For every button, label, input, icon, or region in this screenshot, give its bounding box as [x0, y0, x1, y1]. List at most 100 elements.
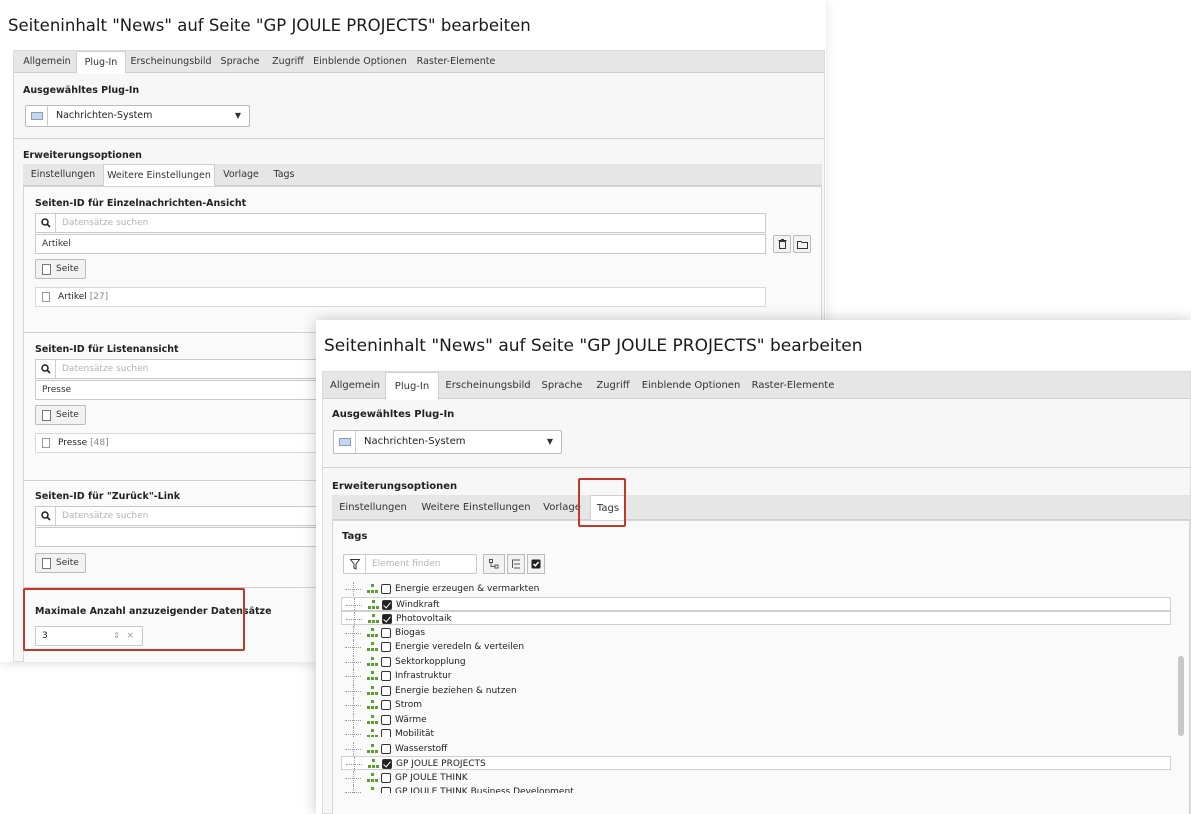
check-all-icon[interactable]	[527, 554, 545, 574]
plugin-select[interactable]: Nachrichten-System ▼	[25, 105, 250, 127]
subtab-vorlage[interactable]: Vorlage	[217, 164, 265, 186]
checkbox[interactable]	[381, 671, 391, 681]
trash-icon[interactable]	[773, 235, 791, 253]
tree-node-icon	[367, 700, 378, 710]
list-view-page-button[interactable]: Seite	[35, 405, 86, 425]
tab-zugriff[interactable]: Zugriff	[591, 372, 635, 399]
tags-panel: Tags Element finden Energie erzeugen & v…	[332, 520, 1190, 814]
checkbox[interactable]	[382, 600, 392, 610]
tree-item[interactable]: Infrastruktur	[341, 669, 1171, 683]
tree-item[interactable]: GP JOULE THINK	[341, 771, 1171, 785]
list-icon[interactable]	[507, 554, 525, 574]
page-title: Seiteninhalt "News" auf Seite "GP JOULE …	[8, 16, 531, 35]
tab-sprache[interactable]: Sprache	[537, 372, 587, 399]
subtab-weitere-einstellungen[interactable]: Weitere Einstellungen	[103, 164, 215, 187]
checkbox[interactable]	[382, 614, 392, 624]
page-icon	[42, 292, 50, 302]
tab-allgemein[interactable]: Allgemein	[20, 51, 74, 73]
tab-raster-elemente[interactable]: Raster-Elemente	[412, 51, 500, 73]
main-tabbar: Allgemein Plug-In Erscheinungsbild Sprac…	[14, 51, 824, 74]
checkbox[interactable]	[381, 584, 391, 594]
list-view-title: Seiten-ID für Listenansicht	[35, 344, 179, 355]
tree-item[interactable]: Wärme	[341, 713, 1171, 727]
tree-node-icon	[368, 614, 379, 624]
page-icon	[42, 264, 51, 275]
tab-erscheinungsbild[interactable]: Erscheinungsbild	[443, 372, 533, 399]
tab-plug-in[interactable]: Plug-In	[385, 372, 439, 400]
checkbox[interactable]	[381, 773, 391, 783]
back-link-page-button[interactable]: Seite	[35, 553, 86, 573]
record-name: Artikel	[58, 292, 87, 302]
subtab-weitere-einstellungen[interactable]: Weitere Einstellungen	[418, 495, 534, 520]
tree-item[interactable]: Energie erzeugen & vermarkten	[341, 582, 1171, 596]
plugin-icon	[334, 431, 356, 453]
tree-item[interactable]: Energie veredeln & verteilen	[341, 640, 1171, 654]
divider	[323, 467, 1190, 468]
scrollbar[interactable]	[1178, 656, 1184, 736]
search-placeholder: Datensätze suchen	[62, 364, 149, 374]
tab-erscheinungsbild[interactable]: Erscheinungsbild	[128, 51, 214, 73]
tags-tree-continued: Wasserstoff GP JOULE PROJECTS GP JOULE T…	[341, 742, 1171, 814]
tab-zugriff[interactable]: Zugriff	[266, 51, 310, 73]
tree-node-icon	[368, 600, 379, 610]
tree-node-icon	[367, 787, 378, 793]
checkbox[interactable]	[381, 686, 391, 696]
tree-item[interactable]: GP JOULE PROJECTS	[341, 756, 1171, 771]
tree-node-icon	[367, 773, 378, 783]
filter-icon	[344, 555, 366, 573]
tab-einblende-optionen[interactable]: Einblende Optionen	[312, 51, 408, 73]
tree-node-icon	[367, 642, 378, 652]
tab-plug-in[interactable]: Plug-In	[76, 51, 126, 74]
tab-sprache[interactable]: Sprache	[216, 51, 264, 73]
tree-item[interactable]: Windkraft	[341, 597, 1171, 612]
tree-item-label: Windkraft	[396, 600, 440, 610]
tree-item-label: Biogas	[395, 628, 426, 638]
record-name: Presse	[58, 438, 88, 448]
tree-filter-input[interactable]: Element finden	[343, 554, 477, 574]
record-id: [48]	[90, 438, 109, 448]
single-view-record[interactable]: Artikel [27]	[35, 287, 766, 307]
subtab-einstellungen[interactable]: Einstellungen	[334, 495, 412, 520]
tree-item[interactable]: Energie beziehen & nutzen	[341, 684, 1171, 698]
tree-item[interactable]: Wasserstoff	[341, 742, 1171, 756]
tree-item[interactable]: GP JOULE THINK Business Development	[341, 785, 1171, 793]
tree-item-label: Infrastruktur	[395, 671, 452, 681]
checkbox[interactable]	[381, 642, 391, 652]
plugin-select[interactable]: Nachrichten-System ▼	[333, 430, 562, 454]
back-link-title: Seiten-ID für "Zurück"-Link	[35, 491, 181, 502]
search-icon	[36, 214, 56, 232]
single-view-search-input[interactable]: Datensätze suchen	[35, 213, 766, 233]
search-icon	[36, 507, 56, 525]
single-view-page-button[interactable]: Seite	[35, 259, 86, 279]
checkbox[interactable]	[381, 729, 391, 737]
tree-item-label: Wärme	[395, 715, 427, 725]
chevron-down-icon: ▼	[234, 111, 241, 120]
single-view-selected-field[interactable]: Artikel	[35, 234, 766, 254]
expand-tree-icon[interactable]	[483, 554, 505, 574]
checkbox[interactable]	[381, 787, 391, 793]
tree-item[interactable]: Biogas	[341, 626, 1171, 640]
tree-item[interactable]: Mobilität	[341, 727, 1171, 737]
tree-node-icon	[367, 744, 378, 754]
tab-einblende-optionen[interactable]: Einblende Optionen	[641, 372, 741, 399]
checkbox[interactable]	[381, 715, 391, 725]
checkbox[interactable]	[381, 657, 391, 667]
tree-item[interactable]: Strom	[341, 698, 1171, 712]
tab-raster-elemente[interactable]: Raster-Elemente	[747, 372, 839, 399]
checkbox[interactable]	[381, 744, 391, 754]
tree-node-icon	[367, 671, 378, 681]
checkbox[interactable]	[382, 759, 392, 769]
tree-item[interactable]: Sektorkopplung	[341, 655, 1171, 669]
ext-options-title: Erweiterungsoptionen	[23, 150, 142, 161]
tree-item-label: Wasserstoff	[395, 744, 448, 754]
tab-allgemein[interactable]: Allgemein	[327, 372, 383, 399]
plugin-section-title: Ausgewähltes Plug-In	[23, 85, 140, 96]
checkbox[interactable]	[381, 628, 391, 638]
subtab-einstellungen[interactable]: Einstellungen	[25, 164, 101, 186]
checkbox[interactable]	[381, 700, 391, 710]
main-tabbar: Allgemein Plug-In Erscheinungsbild Sprac…	[323, 372, 1190, 400]
tree-node-icon	[368, 759, 379, 769]
subtab-tags[interactable]: Tags	[267, 164, 301, 186]
tree-item[interactable]: Photovoltaik	[341, 611, 1171, 626]
folder-icon[interactable]	[793, 235, 811, 253]
